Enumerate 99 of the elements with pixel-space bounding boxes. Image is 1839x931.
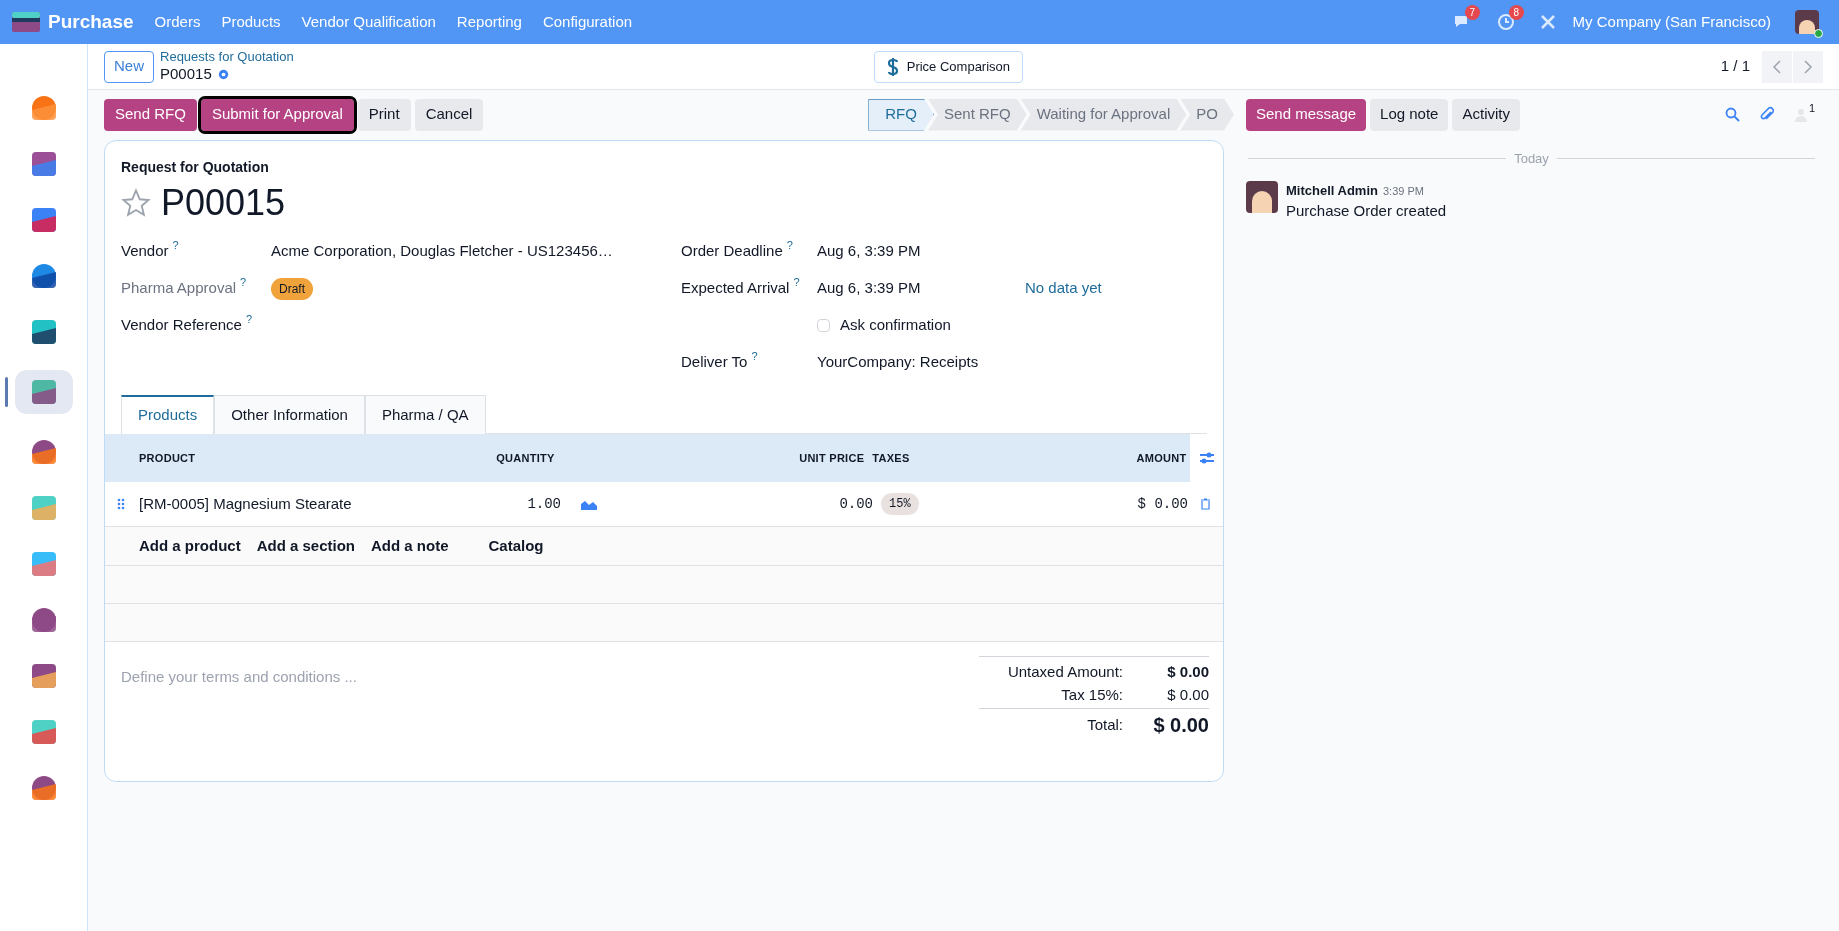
table-cell-text: $ 0.00 <box>1136 494 1188 514</box>
field-value[interactable]: YourCompany: Receipts <box>817 351 1025 374</box>
status-step[interactable]: Sent RFQ <box>927 98 1027 131</box>
terms-field[interactable]: Define your terms and conditions ... <box>121 664 721 688</box>
drag-handle-icon[interactable] <box>117 498 125 510</box>
table-cell-text: 0.00 <box>838 494 873 514</box>
field-label: Deliver To <box>681 352 748 373</box>
notebook-tab[interactable]: Pharma / QA <box>364 395 486 434</box>
notification-badge: 8 <box>1508 5 1525 20</box>
help-icon[interactable]: ? <box>786 240 793 252</box>
record-name: P00015 <box>160 65 212 84</box>
add-line-link[interactable]: Catalog <box>488 534 544 558</box>
total-value: $ 0.00 <box>1152 713 1209 738</box>
app-icon <box>29 662 58 690</box>
user-avatar[interactable] <box>1795 10 1819 34</box>
field-label: Order Deadline <box>681 241 783 262</box>
total-label: Tax 15%: <box>1061 684 1123 705</box>
status-step[interactable]: RFQ <box>868 98 934 131</box>
app-icon <box>29 494 58 522</box>
chart-icon[interactable] <box>581 498 597 510</box>
total-label: Untaxed Amount: <box>1007 662 1123 682</box>
table-cell-text: [RM-0005] Magnesium Stearate <box>139 493 353 514</box>
help-icon[interactable]: ? <box>172 240 179 252</box>
app-icon <box>29 718 58 746</box>
checkbox[interactable] <box>817 319 830 332</box>
field-value[interactable]: Aug 6, 3:39 PM <box>817 277 1025 300</box>
field-value[interactable]: Aug 6, 3:39 PM <box>817 240 1025 263</box>
field-label: Expected Arrival <box>681 278 790 299</box>
dollar-icon <box>886 56 899 77</box>
message-body: Purchase Order created <box>1286 201 1447 221</box>
add-line-link[interactable]: Add a note <box>371 534 449 558</box>
action-button[interactable]: Print <box>357 98 411 131</box>
form-subtitle: Request for Quotation <box>121 158 270 177</box>
checkbox-label: Ask confirmation <box>840 315 951 336</box>
total-label: Total: <box>1087 714 1123 735</box>
app-icon <box>29 262 58 290</box>
chevron-right-icon <box>1804 59 1812 74</box>
clock-icon[interactable] <box>1496 13 1515 31</box>
tax-tag: 15% <box>881 493 919 515</box>
action-button[interactable]: Submit for Approval <box>200 98 354 131</box>
app-logo-icon <box>12 12 40 32</box>
vendor-field[interactable]: Acme Corporation, Douglas Fletcher - US123456… <box>271 240 613 263</box>
notebook-tab[interactable]: Products <box>121 395 215 434</box>
app-icon <box>29 94 58 122</box>
total-value: $ 0.00 <box>1166 662 1209 682</box>
help-icon[interactable]: ? <box>245 314 253 326</box>
add-line-link[interactable]: Add a section <box>256 534 356 558</box>
settings-icon[interactable] <box>1198 451 1215 465</box>
field-label: Pharma Approval <box>121 278 237 299</box>
active-indicator <box>4 377 8 407</box>
chatter-button[interactable]: Log note <box>1370 98 1449 131</box>
action-button[interactable]: Send RFQ <box>104 98 197 131</box>
field-label: Vendor Reference <box>121 315 242 336</box>
app-icon <box>29 438 58 466</box>
gear-icon[interactable] <box>216 68 230 82</box>
pager-value: 1 / 1 <box>1720 56 1750 77</box>
notebook-tab[interactable]: Other Information <box>214 395 365 434</box>
followers-count: 1 <box>1808 101 1815 116</box>
chevron-left-icon <box>1773 59 1781 74</box>
delete-icon[interactable] <box>1200 498 1211 510</box>
app-icon <box>29 378 58 406</box>
status-step[interactable]: Waiting for Approval <box>1020 98 1187 131</box>
status-step[interactable]: PO <box>1180 98 1234 131</box>
app-icon <box>29 550 58 578</box>
star-icon[interactable] <box>121 187 151 218</box>
app-icon <box>29 606 58 634</box>
message-author[interactable]: Mitchell Admin <box>1286 180 1378 200</box>
no-data-link[interactable]: No data yet <box>1025 277 1102 300</box>
app-icon <box>29 318 58 346</box>
app-launcher-item[interactable] <box>14 370 73 414</box>
online-status-icon <box>1814 29 1823 38</box>
price-comparison-button[interactable]: Price Comparison <box>873 50 1024 83</box>
new-button[interactable]: New <box>104 50 154 83</box>
status-badge: Draft <box>271 277 313 300</box>
help-icon[interactable]: ? <box>793 277 800 289</box>
table-cell-text: 1.00 <box>526 494 561 514</box>
date-separator: Today <box>1513 150 1550 168</box>
chatter-button[interactable]: Send message <box>1246 98 1367 131</box>
author-avatar[interactable] <box>1246 180 1278 213</box>
help-icon[interactable]: ? <box>240 277 247 289</box>
column-header[interactable]: UNIT PRICE <box>704 449 865 467</box>
record-title: P00015 <box>161 181 286 225</box>
action-button[interactable]: Cancel <box>414 98 484 131</box>
message-time: 3:39 PM <box>1382 183 1424 199</box>
chatter-button[interactable]: Activity <box>1452 98 1520 131</box>
field-label: Vendor <box>121 241 169 262</box>
app-icon <box>29 774 58 802</box>
help-icon[interactable]: ? <box>751 351 758 363</box>
app-icon <box>29 150 58 178</box>
column-header[interactable]: TAXES <box>872 449 932 467</box>
search-icon[interactable] <box>1724 107 1740 122</box>
notification-badge: 7 <box>1464 5 1481 20</box>
total-value: $ 0.00 <box>1166 684 1209 705</box>
column-header[interactable]: PRODUCT <box>139 449 435 467</box>
breadcrumb-link[interactable]: Requests for Quotation <box>160 49 294 66</box>
column-header[interactable]: AMOUNT <box>1127 449 1187 467</box>
add-line-link[interactable]: Add a product <box>139 534 241 558</box>
app-icon <box>29 206 58 234</box>
column-header[interactable]: QUANTITY <box>434 449 555 467</box>
